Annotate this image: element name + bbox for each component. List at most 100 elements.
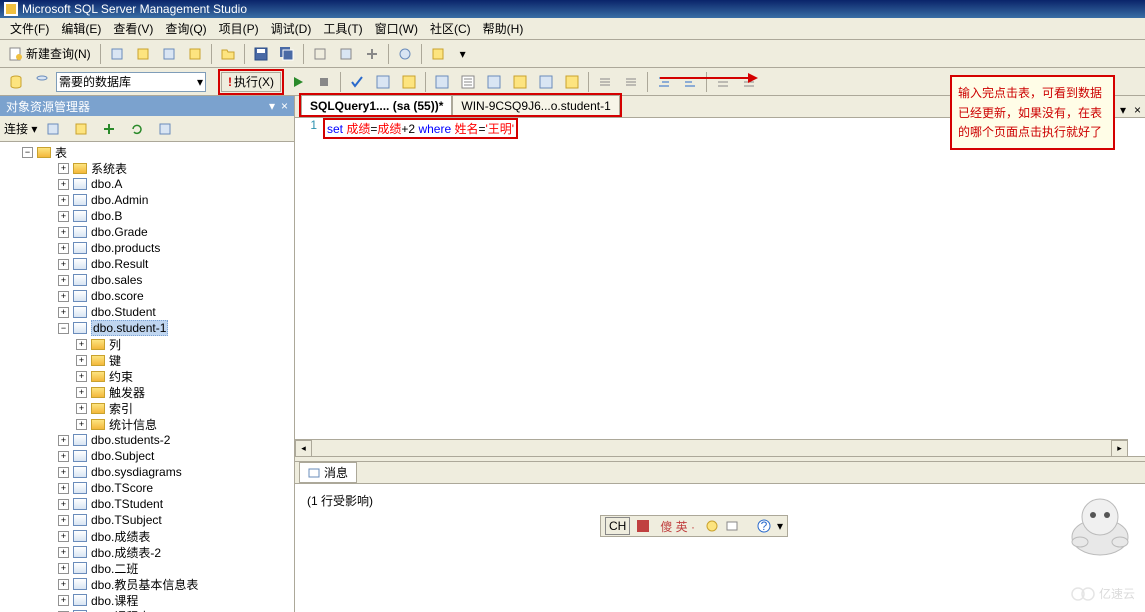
tree-item[interactable]: +dbo.Subject: [2, 448, 292, 464]
ime-help-icon[interactable]: ?: [757, 519, 771, 533]
expand-icon[interactable]: +: [58, 483, 69, 494]
menu-community[interactable]: 社区(C): [424, 20, 477, 37]
pt-btn-3[interactable]: [97, 118, 121, 140]
tree-item[interactable]: +索引: [2, 400, 292, 416]
expand-icon[interactable]: +: [76, 355, 87, 366]
tree-item[interactable]: +dbo.TScore: [2, 480, 292, 496]
expand-icon[interactable]: +: [58, 467, 69, 478]
expand-icon[interactable]: +: [58, 275, 69, 286]
tree-item[interactable]: +触发器: [2, 384, 292, 400]
tree-item[interactable]: +dbo.二班: [2, 560, 292, 576]
tree-item[interactable]: +dbo.sysdiagrams: [2, 464, 292, 480]
ime-icon-2[interactable]: [705, 519, 719, 533]
tb-btn-e[interactable]: [426, 43, 450, 65]
collapse-icon[interactable]: −: [58, 323, 69, 334]
menu-debug[interactable]: 调试(D): [265, 20, 318, 37]
tb-q8[interactable]: [560, 71, 584, 93]
tree-item[interactable]: +dbo.课程: [2, 592, 292, 608]
tree-item[interactable]: +dbo.sales: [2, 272, 292, 288]
tb-q10[interactable]: [619, 71, 643, 93]
message-body[interactable]: (1 行受影响): [295, 484, 1145, 612]
tree-item[interactable]: +dbo.教员基本信息表: [2, 576, 292, 592]
tb-q5[interactable]: [482, 71, 506, 93]
tree-item[interactable]: +dbo.score: [2, 288, 292, 304]
ime-lang[interactable]: CH: [605, 517, 630, 535]
expand-icon[interactable]: +: [58, 563, 69, 574]
tb-btn-c[interactable]: [360, 43, 384, 65]
tb-btn-a[interactable]: [308, 43, 332, 65]
tb-q2[interactable]: [397, 71, 421, 93]
ime-dropdown-icon[interactable]: ▾: [777, 519, 783, 533]
stop-button[interactable]: [312, 71, 336, 93]
tb-q6[interactable]: [508, 71, 532, 93]
menu-window[interactable]: 窗口(W): [369, 20, 424, 37]
panel-close-icon[interactable]: ×: [281, 99, 288, 113]
tree-item[interactable]: +dbo.Result: [2, 256, 292, 272]
panel-dropdown-icon[interactable]: ▾: [269, 99, 275, 113]
tab-sqlquery[interactable]: SQLQuery1.... (sa (55))*: [301, 95, 452, 115]
scroll-right-button[interactable]: ▸: [1111, 440, 1128, 456]
menu-file[interactable]: 文件(F): [4, 20, 55, 37]
expand-icon[interactable]: +: [76, 419, 87, 430]
connect-button[interactable]: 连接 ▾: [4, 120, 37, 137]
menu-query[interactable]: 查询(Q): [159, 20, 212, 37]
db-icon-button[interactable]: [4, 71, 28, 93]
expand-icon[interactable]: +: [58, 291, 69, 302]
tb-q9[interactable]: [593, 71, 617, 93]
tree-item[interactable]: +dbo.products: [2, 240, 292, 256]
save-all-button[interactable]: [275, 43, 299, 65]
expand-icon[interactable]: +: [76, 371, 87, 382]
tb-outdent[interactable]: [678, 71, 702, 93]
tree-root[interactable]: − 表: [2, 144, 292, 160]
tree-item[interactable]: +dbo.students-2: [2, 432, 292, 448]
menu-project[interactable]: 项目(P): [213, 20, 265, 37]
tree-item[interactable]: +约束: [2, 368, 292, 384]
execute-button[interactable]: ! 执行(X): [221, 72, 281, 92]
tree-item[interactable]: +dbo.成绩表-2: [2, 544, 292, 560]
tree-item[interactable]: +dbo.课程表: [2, 608, 292, 612]
new-query-button[interactable]: 新建查询(N): [4, 43, 96, 65]
tb-comment[interactable]: [711, 71, 735, 93]
expand-icon[interactable]: +: [58, 499, 69, 510]
tab-close-icon[interactable]: ×: [1130, 103, 1145, 117]
tree-item[interactable]: +dbo.TSubject: [2, 512, 292, 528]
expand-icon[interactable]: +: [58, 547, 69, 558]
expand-icon[interactable]: +: [76, 403, 87, 414]
open-button[interactable]: [216, 43, 240, 65]
tb-btn-1[interactable]: [105, 43, 129, 65]
parse-button[interactable]: [345, 71, 369, 93]
collapse-icon[interactable]: −: [22, 147, 33, 158]
tb-btn-4[interactable]: [183, 43, 207, 65]
tb-btn-b[interactable]: [334, 43, 358, 65]
tb-indent[interactable]: [652, 71, 676, 93]
expand-icon[interactable]: +: [58, 451, 69, 462]
menu-help[interactable]: 帮助(H): [477, 20, 530, 37]
expand-icon[interactable]: +: [76, 339, 87, 350]
tabs-dropdown-icon[interactable]: ▾: [1116, 103, 1130, 117]
tree-item[interactable]: +列: [2, 336, 292, 352]
save-button[interactable]: [249, 43, 273, 65]
expand-icon[interactable]: +: [58, 179, 69, 190]
database-combo[interactable]: 需要的数据库 ▾: [56, 72, 206, 92]
expand-icon[interactable]: +: [58, 259, 69, 270]
tb-btn-2[interactable]: [131, 43, 155, 65]
tree-item[interactable]: +dbo.Admin: [2, 192, 292, 208]
expand-icon[interactable]: +: [58, 227, 69, 238]
scroll-left-button[interactable]: ◂: [295, 440, 312, 456]
change-db-button[interactable]: [30, 71, 54, 93]
expand-icon[interactable]: +: [58, 195, 69, 206]
tree-item[interactable]: +dbo.B: [2, 208, 292, 224]
expand-icon[interactable]: +: [58, 435, 69, 446]
tb-q4[interactable]: [456, 71, 480, 93]
tb-btn-3[interactable]: [157, 43, 181, 65]
expand-icon[interactable]: +: [58, 243, 69, 254]
tree-item[interactable]: −dbo.student-1: [2, 320, 292, 336]
tree-item[interactable]: +系统表: [2, 160, 292, 176]
expand-icon[interactable]: +: [58, 531, 69, 542]
expand-icon[interactable]: +: [58, 163, 69, 174]
tree-item[interactable]: +dbo.成绩表: [2, 528, 292, 544]
tree-item[interactable]: +dbo.Student: [2, 304, 292, 320]
expand-icon[interactable]: +: [58, 307, 69, 318]
tab-student[interactable]: WIN-9CSQ9J6...o.student-1: [452, 95, 619, 115]
message-tab[interactable]: 消息: [299, 462, 357, 483]
